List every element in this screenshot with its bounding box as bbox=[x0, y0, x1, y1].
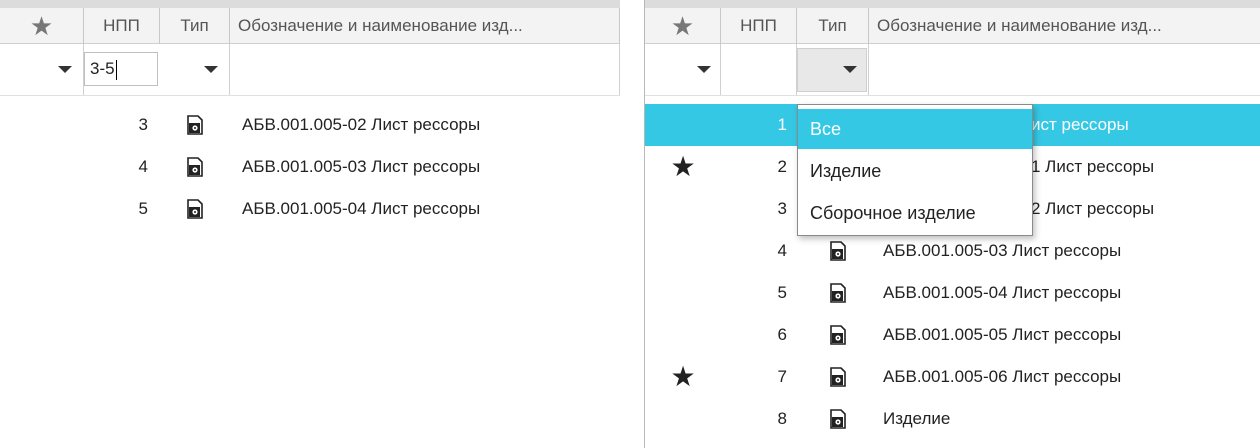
assembly-document-icon bbox=[187, 115, 203, 135]
type-filter[interactable] bbox=[160, 44, 230, 95]
npp-column-header[interactable]: НПП bbox=[721, 8, 797, 44]
row-number: 3 bbox=[138, 115, 148, 134]
table-row[interactable]: ★ 7 АБВ.001.005-06 Лист рессоры bbox=[645, 356, 1260, 398]
name-filter[interactable] bbox=[230, 44, 620, 95]
npp-column-header[interactable]: НПП bbox=[84, 8, 160, 44]
npp-filter-input[interactable]: 3-5 bbox=[84, 52, 158, 86]
chevron-down-icon[interactable] bbox=[843, 66, 857, 73]
assembly-document-icon bbox=[187, 199, 203, 219]
row-number: 2 bbox=[777, 157, 787, 176]
dropdown-option-assembly[interactable]: Сборочное изделие bbox=[798, 193, 1032, 233]
favorite-column-header[interactable]: ★ bbox=[645, 8, 721, 44]
filter-row: 3-5 bbox=[0, 44, 620, 96]
star-icon: ★ bbox=[29, 11, 54, 41]
name-filter[interactable] bbox=[869, 44, 1260, 95]
left-grid-panel: ★ НПП Тип Обозначение и наименование изд… bbox=[0, 0, 620, 230]
row-name: ист рессоры bbox=[1031, 115, 1129, 134]
row-name: Изделие bbox=[883, 409, 951, 428]
row-name: АБВ.001.005-04 Лист рессоры bbox=[242, 199, 481, 218]
table-row[interactable]: 4 АБВ.001.005-03 Лист рессоры bbox=[645, 230, 1260, 272]
row-number: 8 bbox=[777, 409, 787, 428]
row-number: 6 bbox=[777, 325, 787, 344]
table-row[interactable]: 5 АБВ.001.005-04 Лист рессоры bbox=[645, 272, 1260, 314]
dropdown-option-all[interactable]: Все bbox=[798, 109, 1032, 149]
star-icon: ★ bbox=[670, 11, 695, 41]
row-name: АБВ.001.005-05 Лист рессоры bbox=[883, 325, 1122, 344]
row-name: АБВ.001.005-04 Лист рессоры bbox=[883, 283, 1122, 302]
dropdown-option-product[interactable]: Изделие bbox=[798, 151, 1032, 191]
npp-filter-cell: 3-5 bbox=[84, 44, 160, 95]
type-column-header[interactable]: Тип bbox=[797, 8, 869, 44]
table-row[interactable]: 8 Изделие bbox=[645, 398, 1260, 440]
row-name: 2 Лист рессоры bbox=[1031, 199, 1155, 218]
assembly-document-icon bbox=[830, 283, 846, 303]
type-filter[interactable] bbox=[797, 44, 869, 95]
table-row[interactable]: 5 АБВ.001.005-04 Лист рессоры bbox=[0, 188, 620, 230]
chevron-down-icon[interactable] bbox=[204, 66, 218, 73]
row-number: 5 bbox=[138, 199, 148, 218]
assembly-document-icon bbox=[830, 367, 846, 387]
chevron-down-icon[interactable] bbox=[697, 66, 711, 73]
assembly-document-icon bbox=[830, 409, 846, 429]
star-icon[interactable]: ★ bbox=[663, 356, 703, 398]
row-name: 1 Лист рессоры bbox=[1031, 157, 1155, 176]
table-row[interactable]: 4 АБВ.001.005-03 Лист рессоры bbox=[0, 146, 620, 188]
npp-filter-input[interactable] bbox=[721, 44, 797, 95]
name-column-header[interactable]: Обозначение и наименование изд... bbox=[869, 8, 1260, 44]
column-header-row: ★ НПП Тип Обозначение и наименование изд… bbox=[645, 0, 1260, 44]
type-filter-dropdown: Все Изделие Сборочное изделие bbox=[797, 104, 1033, 236]
name-column-header[interactable]: Обозначение и наименование изд... bbox=[230, 8, 620, 44]
assembly-document-icon bbox=[830, 325, 846, 345]
row-name: АБВ.001.005-03 Лист рессоры bbox=[883, 241, 1122, 260]
star-icon[interactable]: ★ bbox=[663, 146, 703, 188]
favorite-filter[interactable] bbox=[645, 44, 721, 95]
row-name: АБВ.001.005-06 Лист рессоры bbox=[883, 367, 1122, 386]
assembly-document-icon bbox=[830, 241, 846, 261]
right-grid-panel: ★ НПП Тип Обозначение и наименование изд… bbox=[644, 0, 1260, 448]
row-name: АБВ.001.005-03 Лист рессоры bbox=[242, 157, 481, 176]
favorite-column-header[interactable]: ★ bbox=[0, 8, 84, 44]
row-number: 5 bbox=[777, 283, 787, 302]
filter-row bbox=[645, 44, 1260, 96]
table-row[interactable]: 6 АБВ.001.005-05 Лист рессоры bbox=[645, 314, 1260, 356]
chevron-down-icon[interactable] bbox=[58, 66, 72, 73]
row-number: 1 bbox=[777, 115, 787, 134]
table-row[interactable]: 3 АБВ.001.005-02 Лист рессоры bbox=[0, 104, 620, 146]
row-number: 3 bbox=[777, 199, 787, 218]
type-column-header[interactable]: Тип bbox=[160, 8, 230, 44]
column-header-row: ★ НПП Тип Обозначение и наименование изд… bbox=[0, 0, 620, 44]
row-number: 7 bbox=[777, 367, 787, 386]
assembly-document-icon bbox=[187, 157, 203, 177]
row-name: АБВ.001.005-02 Лист рессоры bbox=[242, 115, 481, 134]
row-number: 4 bbox=[777, 241, 787, 260]
favorite-filter[interactable] bbox=[0, 44, 84, 95]
row-number: 4 bbox=[138, 157, 148, 176]
